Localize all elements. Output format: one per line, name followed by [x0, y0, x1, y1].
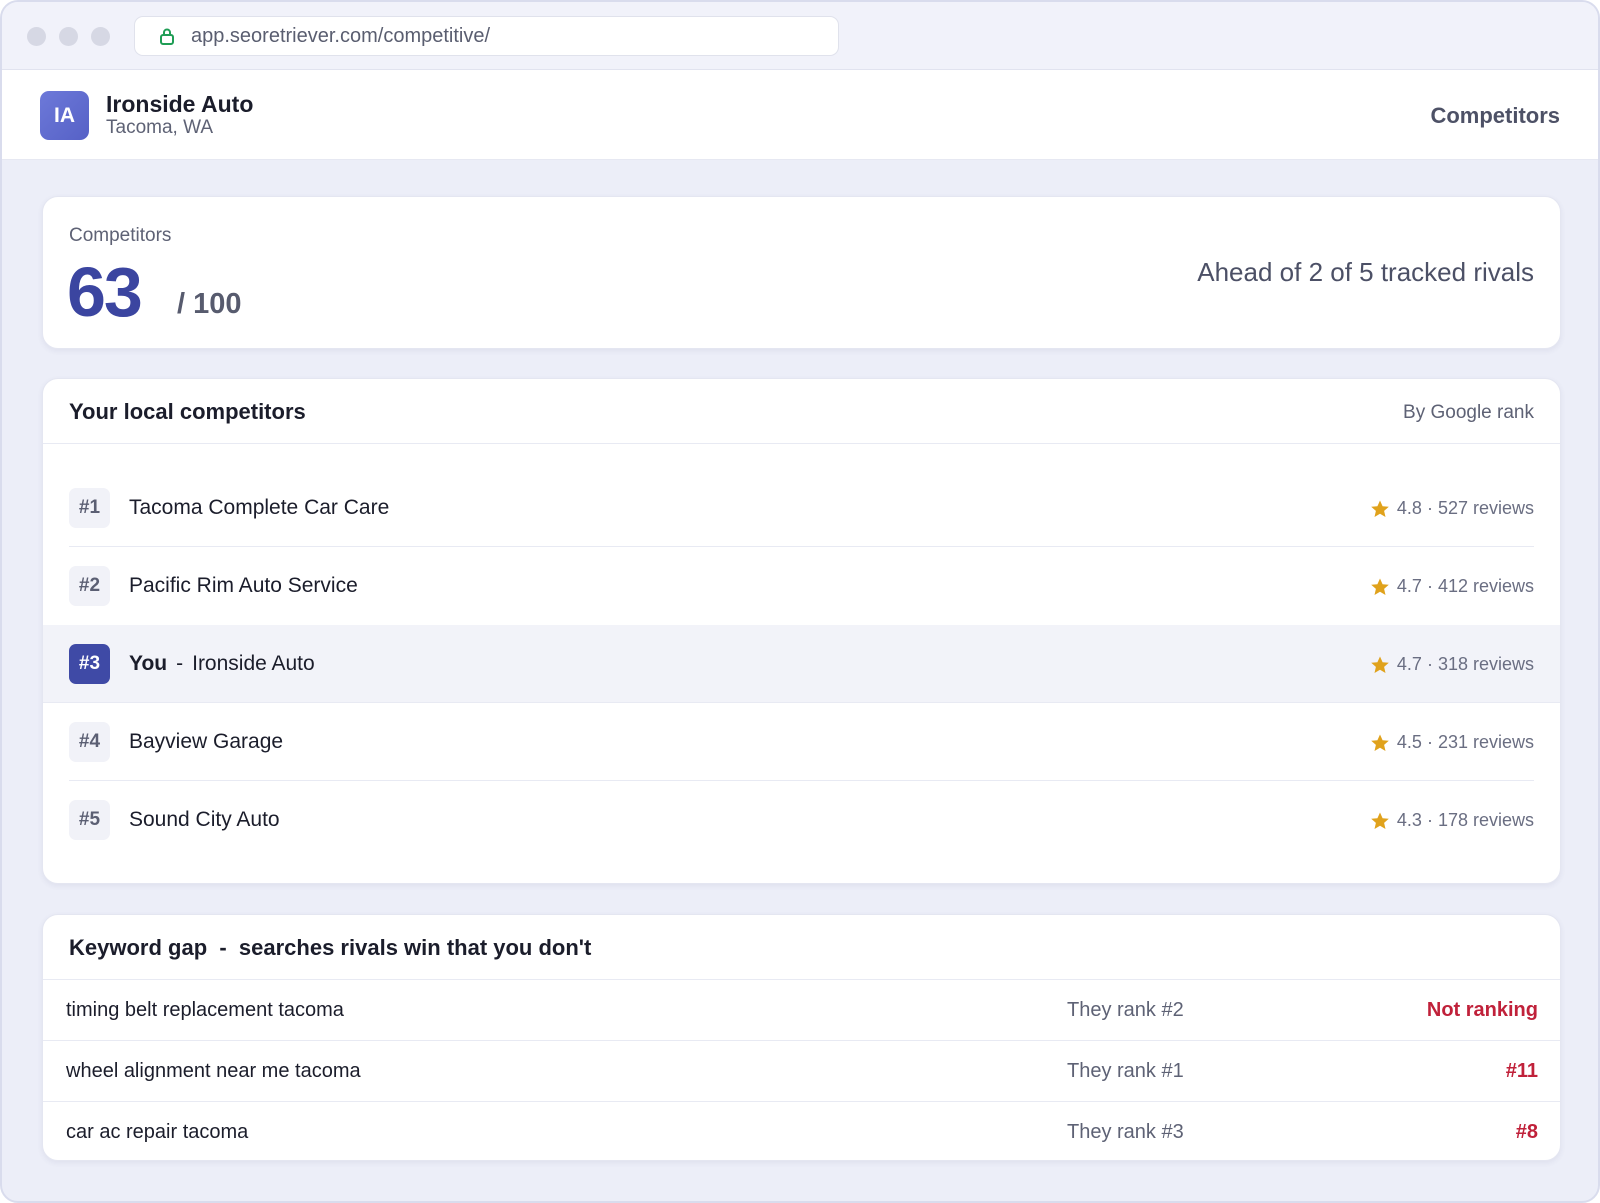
competitors-title: Your local competitors [69, 399, 306, 424]
your-rank: Not ranking [1426, 999, 1538, 1021]
window-maximize-dot[interactable] [91, 27, 110, 46]
competitor-list: #1 Tacoma Complete Car Care 4.8 · 527 re… [43, 444, 1560, 859]
competitor-rating: 4.3 · 178 reviews [1370, 810, 1534, 831]
keyword-term: timing belt replacement tacoma [66, 999, 344, 1021]
keyword-term: wheel alignment near me tacoma [66, 1060, 361, 1082]
business-name: Ironside Auto [106, 91, 254, 117]
rating-text: 4.7 · 412 reviews [1396, 576, 1534, 596]
score-label: Competitors [69, 225, 172, 246]
rank-badge: #2 [69, 566, 110, 606]
competitor-rating: 4.5 · 231 reviews [1370, 732, 1534, 753]
name-separator: - [176, 652, 184, 675]
you-label: You [129, 652, 168, 675]
rating-text: 4.3 · 178 reviews [1396, 810, 1534, 830]
business-avatar: IA [40, 91, 89, 140]
rank-badge: #4 [69, 722, 110, 762]
rival-rank: They rank #2 [1067, 999, 1184, 1021]
rank-badge: #1 [69, 488, 110, 528]
business-location: Tacoma, WA [106, 117, 213, 138]
competitor-row-you[interactable]: #3 You - Ironside Auto 4.7 · 318 reviews [43, 625, 1560, 703]
star-icon [1371, 734, 1389, 751]
keyword-term: car ac repair tacoma [66, 1121, 249, 1143]
window-close-dot[interactable] [27, 27, 46, 46]
browser-window: app.seoretriever.com/competitive/ IA Iro… [0, 0, 1600, 1203]
keyword-row[interactable]: car ac repair tacoma They rank #3 #8 [43, 1102, 1560, 1163]
star-icon [1371, 812, 1389, 829]
rival-rank: They rank #1 [1067, 1060, 1184, 1082]
rating-text: 4.5 · 231 reviews [1396, 732, 1534, 752]
sort-label[interactable]: By Google rank [1403, 402, 1534, 424]
page-title: Competitors [1430, 103, 1560, 128]
competitor-name: Tacoma Complete Car Care [129, 496, 390, 519]
competitors-card: Your local competitors By Google rank #1… [42, 378, 1561, 884]
score-card: Competitors 63 / 100 Ahead of 2 of 5 tra… [42, 196, 1561, 349]
competitor-row[interactable]: #1 Tacoma Complete Car Care 4.8 · 527 re… [69, 469, 1534, 547]
competitors-card-header: Your local competitors By Google rank [43, 379, 1560, 444]
keyword-gap-header: Keyword gap - searches rivals win that y… [43, 915, 1560, 980]
score-max: / 100 [177, 288, 242, 320]
competitor-row[interactable]: #5 Sound City Auto 4.3 · 178 reviews [69, 781, 1534, 859]
competitor-rating: 4.7 · 318 reviews [1370, 654, 1534, 675]
star-icon [1371, 578, 1389, 595]
app-header: IA Ironside Auto Tacoma, WA Competitors [2, 70, 1598, 160]
url-text: app.seoretriever.com/competitive/ [191, 24, 491, 47]
rank-badge-you: #3 [69, 644, 110, 684]
window-minimize-dot[interactable] [59, 27, 78, 46]
rank-badge: #5 [69, 800, 110, 840]
star-icon [1371, 500, 1389, 517]
your-business-name: Ironside Auto [192, 652, 315, 675]
keyword-row[interactable]: timing belt replacement tacoma They rank… [43, 980, 1560, 1041]
competitor-name: Pacific Rim Auto Service [129, 574, 358, 597]
keyword-row[interactable]: wheel alignment near me tacoma They rank… [43, 1041, 1560, 1102]
rating-text: 4.7 · 318 reviews [1396, 654, 1534, 674]
rival-rank: They rank #3 [1067, 1121, 1184, 1143]
competitor-rating: 4.8 · 527 reviews [1370, 498, 1534, 519]
score-value: 63 [67, 253, 143, 331]
competitor-rating: 4.7 · 412 reviews [1370, 576, 1534, 597]
your-rank: #8 [1515, 1121, 1538, 1143]
your-rank: #11 [1505, 1060, 1538, 1082]
browser-chrome: app.seoretriever.com/competitive/ [2, 2, 1598, 70]
score-summary: Ahead of 2 of 5 tracked rivals [1197, 257, 1534, 287]
address-bar[interactable]: app.seoretriever.com/competitive/ [134, 16, 839, 56]
competitor-name: Bayview Garage [129, 730, 284, 753]
competitor-row[interactable]: #2 Pacific Rim Auto Service 4.7 · 412 re… [69, 547, 1534, 625]
rating-text: 4.8 · 527 reviews [1396, 498, 1534, 518]
competitor-name: Sound City Auto [129, 808, 280, 831]
keyword-gap-title: Keyword gap - searches rivals win that y… [69, 935, 592, 960]
keyword-gap-card: Keyword gap - searches rivals win that y… [42, 914, 1561, 1161]
star-icon [1371, 656, 1389, 673]
competitor-name-you: You - Ironside Auto [129, 652, 315, 676]
lock-icon [160, 28, 174, 45]
competitor-row[interactable]: #4 Bayview Garage 4.5 · 231 reviews [69, 703, 1534, 781]
